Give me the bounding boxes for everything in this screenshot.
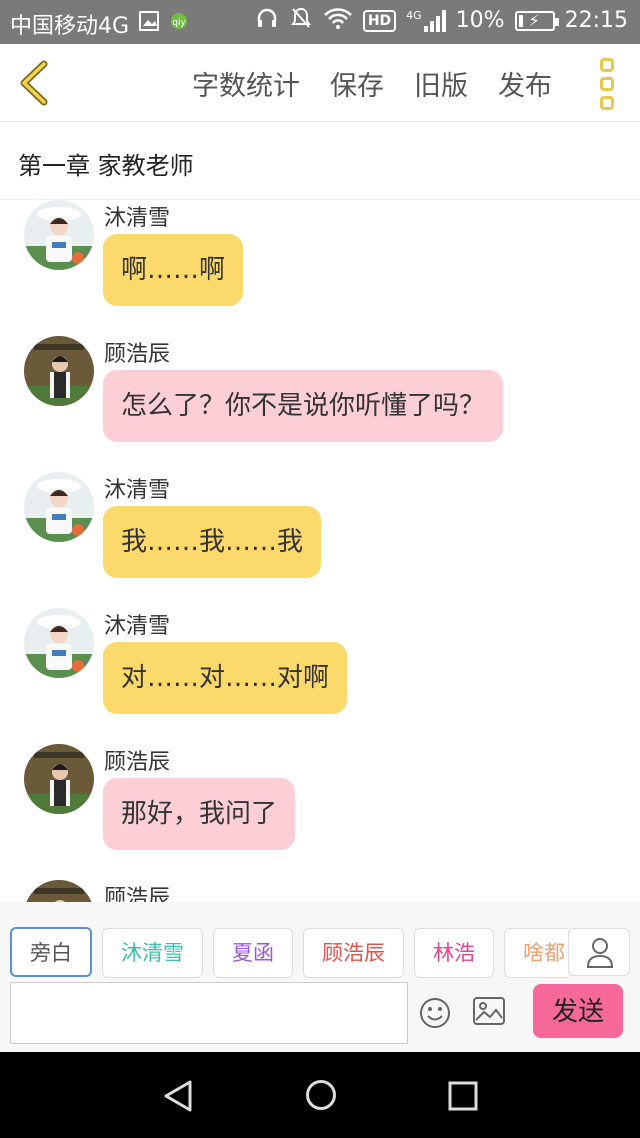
battery-percent: 10% <box>455 8 505 33</box>
headphone-icon <box>255 6 279 35</box>
toolbar-actions: 字数统计 保存 旧版 发布 <box>192 64 552 103</box>
save-button[interactable]: 保存 <box>330 64 384 103</box>
signal-bars-icon <box>423 9 446 32</box>
input-bar: 发送 <box>0 980 640 1052</box>
character-chip[interactable]: 顾浩辰 <box>303 928 404 978</box>
girl-avatar[interactable] <box>24 200 94 270</box>
emoji-button[interactable] <box>418 996 452 1030</box>
network-type-label: 4G <box>406 8 422 22</box>
sender-name: 顾浩辰 <box>104 886 171 902</box>
nav-home-icon[interactable] <box>305 1079 337 1111</box>
character-chip-narrator[interactable]: 旁白 <box>10 927 92 977</box>
send-button[interactable]: 发送 <box>533 984 623 1038</box>
hd-badge: HD <box>362 9 397 32</box>
add-character-button[interactable] <box>568 928 630 976</box>
character-chip-list[interactable]: 旁白 沐清雪 夏函 顾浩辰 林浩 啥都 <box>10 927 568 979</box>
wifi-icon <box>323 6 353 35</box>
character-chip-label: 夏函 <box>232 941 274 965</box>
boy-avatar[interactable] <box>24 336 94 406</box>
app-notification-icon: qiy <box>168 10 190 37</box>
publish-button[interactable]: 发布 <box>498 64 552 103</box>
cell-signal: 4G <box>406 8 446 32</box>
character-chip-label: 沐清雪 <box>121 941 184 965</box>
old-version-button[interactable]: 旧版 <box>414 64 468 103</box>
image-notification-icon <box>138 10 160 37</box>
chapter-header: 第一章 家教老师 <box>0 122 640 200</box>
sender-name: 顾浩辰 <box>104 750 171 775</box>
character-chip[interactable]: 啥都 <box>504 928 568 978</box>
character-chip-label: 顾浩辰 <box>322 941 385 965</box>
character-chip-label: 旁白 <box>30 941 72 965</box>
sender-name: 顾浩辰 <box>104 342 171 367</box>
message-list[interactable]: 沐清雪 啊……啊 顾浩辰 怎么了？你不是说你听懂了吗？ 沐清雪 我……我……我 … <box>0 200 640 902</box>
battery-icon: ⚡ <box>514 10 559 31</box>
character-selector: 旁白 沐清雪 夏函 顾浩辰 林浩 啥都 <box>0 902 640 980</box>
nav-recent-apps-icon[interactable] <box>448 1081 478 1111</box>
clock: 22:15 <box>564 8 628 33</box>
message-bubble[interactable]: 怎么了？你不是说你听懂了吗？ <box>103 370 504 442</box>
status-bar: 中国移动4G qiy HD 4G 10% ⚡ 22:15 <box>0 0 640 44</box>
character-chip[interactable]: 夏函 <box>213 928 293 978</box>
character-chip-label: 啥都 <box>523 941 565 965</box>
sender-name: 沐清雪 <box>104 206 171 231</box>
person-icon <box>586 938 614 968</box>
message-bubble[interactable]: 那好，我问了 <box>103 778 296 850</box>
insert-image-button[interactable] <box>472 996 506 1026</box>
image-icon <box>473 997 505 1025</box>
smiley-icon <box>420 998 450 1028</box>
editor-toolbar: 字数统计 保存 旧版 发布 <box>0 44 640 122</box>
chevron-left-icon <box>20 60 48 106</box>
message-bubble[interactable]: 啊……啊 <box>103 234 244 306</box>
character-chip[interactable]: 沐清雪 <box>102 928 203 978</box>
chapter-title[interactable]: 第一章 家教老师 <box>18 146 194 181</box>
girl-avatar[interactable] <box>24 472 94 542</box>
message-bubble[interactable]: 我……我……我 <box>103 506 322 578</box>
svg-text:qiy: qiy <box>172 18 186 28</box>
back-button[interactable] <box>14 58 54 108</box>
sender-name: 沐清雪 <box>104 614 171 639</box>
navigation-bar <box>0 1052 640 1138</box>
mute-icon <box>289 6 313 35</box>
character-chip-label: 林浩 <box>433 941 475 965</box>
nav-back-icon[interactable] <box>162 1079 194 1113</box>
boy-avatar[interactable] <box>24 744 94 814</box>
sender-name: 沐清雪 <box>104 478 171 503</box>
character-chip[interactable]: 林浩 <box>414 928 494 978</box>
boy-avatar[interactable] <box>24 880 94 902</box>
message-bubble[interactable]: 对……对……对啊 <box>103 642 348 714</box>
girl-avatar[interactable] <box>24 608 94 678</box>
more-vertical-icon[interactable] <box>596 58 618 110</box>
carrier-label: 中国移动4G <box>10 14 130 39</box>
message-input[interactable] <box>10 982 408 1044</box>
word-count-button[interactable]: 字数统计 <box>192 64 300 103</box>
